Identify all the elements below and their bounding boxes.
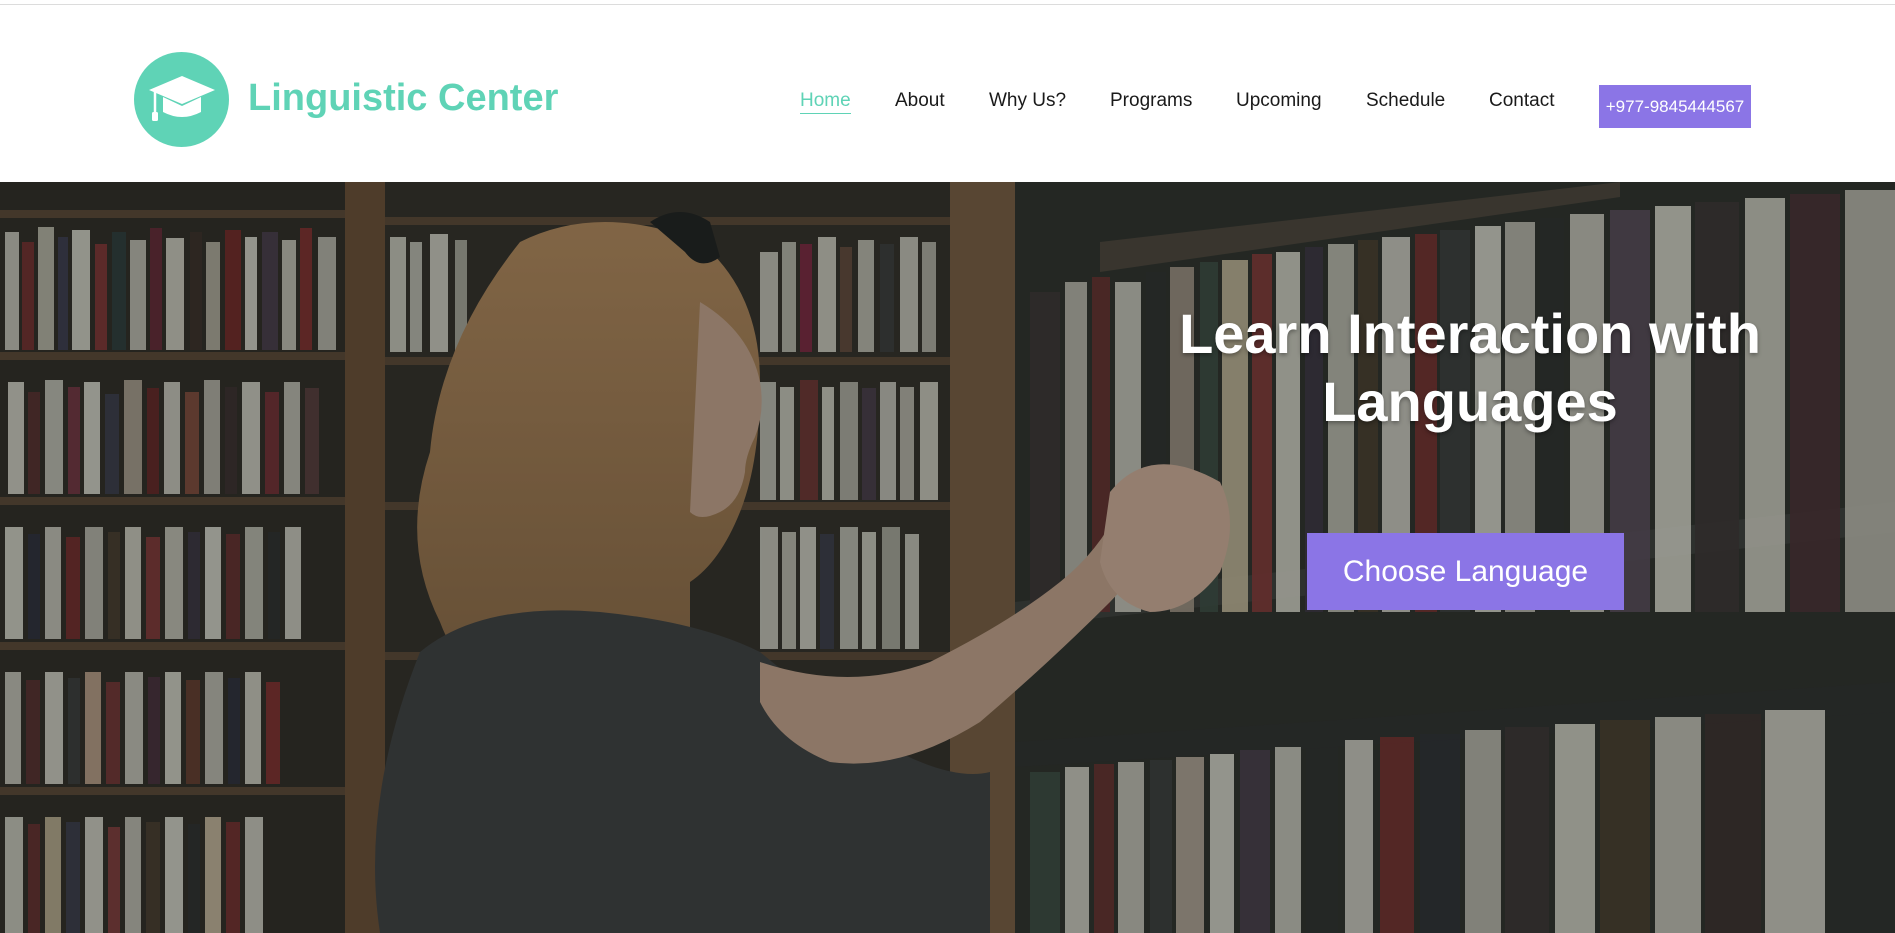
logo[interactable]	[134, 52, 229, 147]
nav-why-us[interactable]: Why Us?	[989, 90, 1066, 112]
hero-section: Learn Interaction with Languages Choose …	[0, 182, 1895, 933]
nav-upcoming[interactable]: Upcoming	[1236, 90, 1322, 112]
graduation-cap-icon	[148, 75, 215, 121]
nav-programs[interactable]: Programs	[1110, 90, 1192, 112]
phone-button[interactable]: +977-9845444567	[1599, 85, 1751, 128]
brand-name[interactable]: Linguistic Center	[248, 77, 558, 120]
site-header: Linguistic Center Home About Why Us? Pro…	[0, 5, 1895, 182]
hero-title: Learn Interaction with Languages	[1179, 302, 1761, 433]
choose-language-button[interactable]: Choose Language	[1307, 533, 1624, 610]
nav-home[interactable]: Home	[800, 90, 851, 114]
nav-contact[interactable]: Contact	[1489, 90, 1554, 112]
nav-about[interactable]: About	[895, 90, 945, 112]
nav-schedule[interactable]: Schedule	[1366, 90, 1445, 112]
